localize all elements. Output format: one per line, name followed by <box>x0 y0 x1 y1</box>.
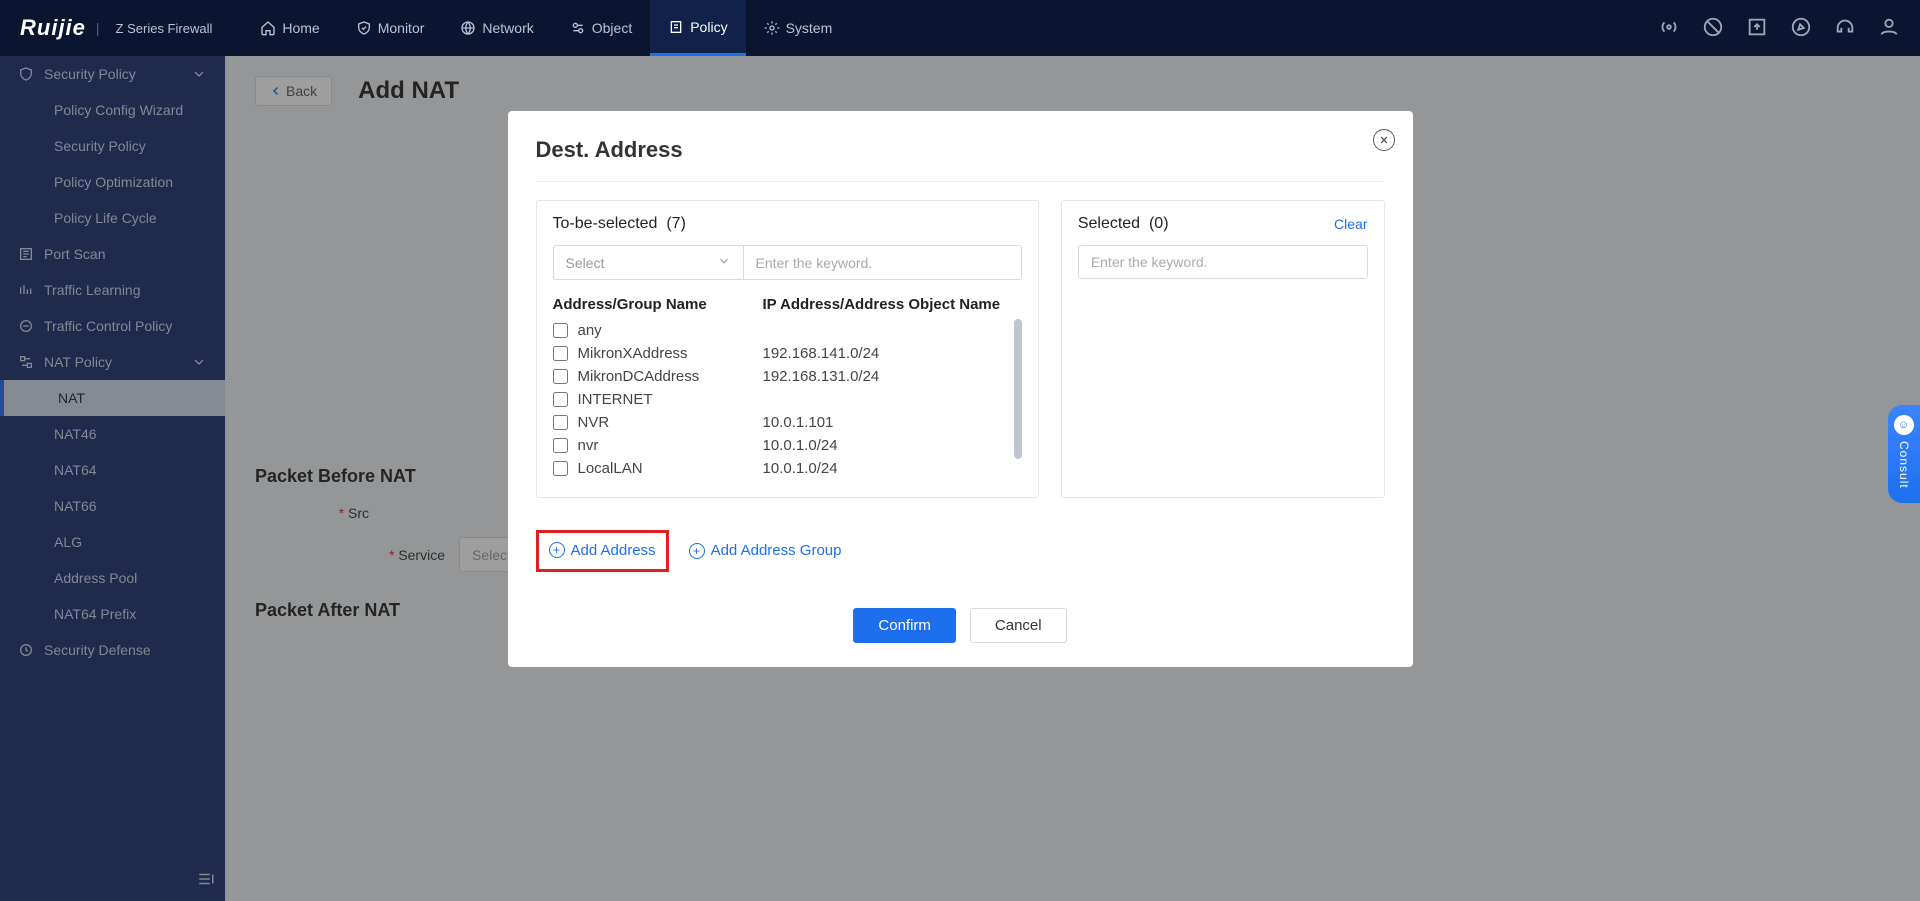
plus-icon: + <box>549 542 565 558</box>
address-row[interactable]: MikronDCAddress192.168.131.0/24 <box>553 365 1022 388</box>
modal-title: Dest. Address <box>536 137 1385 163</box>
address-row[interactable]: INTERNET <box>553 388 1022 411</box>
add-address-group-link[interactable]: + Add Address Group <box>689 542 842 559</box>
add-address-link[interactable]: + Add Address <box>549 542 656 559</box>
brand-divider: | <box>96 20 100 36</box>
row-checkbox[interactable] <box>553 323 568 338</box>
nav-policy[interactable]: Policy <box>650 0 745 56</box>
close-icon <box>1378 134 1390 146</box>
globe-crossed-icon[interactable] <box>1702 16 1724 41</box>
type-select[interactable]: Select <box>553 245 743 280</box>
clear-link[interactable]: Clear <box>1334 216 1367 232</box>
col-address-name: Address/Group Name <box>553 296 763 313</box>
address-row[interactable]: nvr10.0.1.0/24 <box>553 434 1022 457</box>
headset-icon[interactable] <box>1834 16 1856 41</box>
address-row[interactable]: MikronXAddress192.168.141.0/24 <box>553 342 1022 365</box>
nav-home[interactable]: Home <box>242 0 337 56</box>
modal-overlay: Dest. Address To-be-selected (7) Select <box>0 56 1920 901</box>
address-row[interactable]: any <box>553 319 1022 342</box>
scrollbar[interactable] <box>1014 319 1022 459</box>
nav-monitor[interactable]: Monitor <box>338 0 443 56</box>
keyword-input-right[interactable] <box>1078 245 1368 279</box>
broadcast-icon[interactable] <box>1658 16 1680 41</box>
row-checkbox[interactable] <box>553 392 568 407</box>
nav-network[interactable]: Network <box>442 0 551 56</box>
top-nav: Ruijie | Z Series Firewall HomeMonitorNe… <box>0 0 1920 56</box>
nav-items: HomeMonitorNetworkObjectPolicySystem <box>242 0 850 56</box>
col-ip: IP Address/Address Object Name <box>763 296 1022 313</box>
user-icon[interactable] <box>1878 16 1900 41</box>
plus-icon: + <box>689 543 705 559</box>
compass-icon[interactable] <box>1790 16 1812 41</box>
row-checkbox[interactable] <box>553 346 568 361</box>
nav-object[interactable]: Object <box>552 0 650 56</box>
upload-icon[interactable] <box>1746 16 1768 41</box>
nav-system[interactable]: System <box>746 0 851 56</box>
cancel-button[interactable]: Cancel <box>970 608 1067 643</box>
selected-title: Selected (0) <box>1078 215 1169 233</box>
dest-address-modal: Dest. Address To-be-selected (7) Select <box>508 111 1413 667</box>
brand-tagline: Z Series Firewall <box>116 21 213 36</box>
chevron-down-icon <box>717 254 731 271</box>
to-be-selected-title: To-be-selected (7) <box>553 215 686 233</box>
brand: Ruijie | Z Series Firewall <box>20 15 212 41</box>
keyword-input-left[interactable] <box>743 245 1022 280</box>
consult-float-button[interactable]: ☺ Consult <box>1888 405 1920 503</box>
modal-divider <box>536 181 1385 182</box>
consult-icon: ☺ <box>1894 415 1914 435</box>
to-be-selected-pane: To-be-selected (7) Select Address/Group … <box>536 200 1039 498</box>
row-checkbox[interactable] <box>553 415 568 430</box>
row-checkbox[interactable] <box>553 369 568 384</box>
brand-logo: Ruijie <box>20 15 86 41</box>
address-row[interactable]: LocalLAN10.0.1.0/24 <box>553 457 1022 480</box>
address-row[interactable]: NVR10.0.1.101 <box>553 411 1022 434</box>
row-checkbox[interactable] <box>553 461 568 476</box>
nav-right-icons <box>1658 16 1900 41</box>
selected-pane: Selected (0) Clear <box>1061 200 1385 498</box>
modal-close-button[interactable] <box>1373 129 1395 151</box>
add-address-highlight: + Add Address <box>536 530 669 572</box>
confirm-button[interactable]: Confirm <box>853 608 956 643</box>
row-checkbox[interactable] <box>553 438 568 453</box>
